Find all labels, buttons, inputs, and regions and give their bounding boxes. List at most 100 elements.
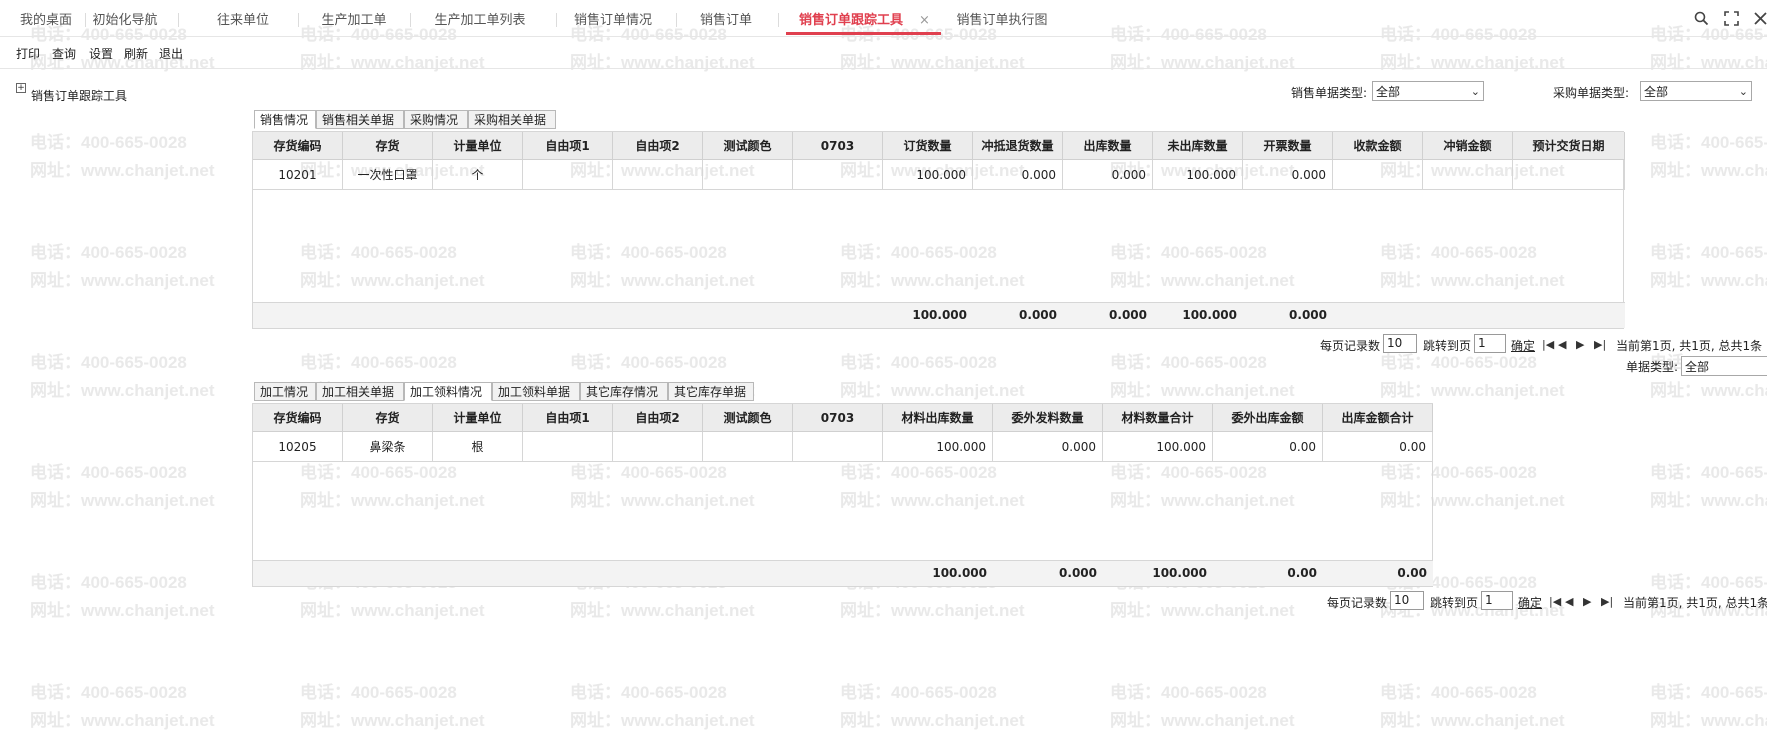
table-cell[interactable]: 一次性口罩 xyxy=(343,160,433,190)
column-header: 测试颜色 xyxy=(703,404,793,432)
table-cell[interactable] xyxy=(613,160,703,190)
watermark-site: 网址：www.chanjet.net xyxy=(570,711,755,730)
totals-cell: 0.000 xyxy=(1059,566,1097,580)
prev-page-icon[interactable]: ◀ xyxy=(1558,338,1566,351)
print-button[interactable]: 打印 xyxy=(16,45,40,62)
sales-type-label: 销售单据类型: xyxy=(1291,86,1368,100)
tab-sales-order-chart[interactable]: 销售订单执行图 xyxy=(950,0,1054,36)
tab-sales-order[interactable]: 销售订单 xyxy=(694,0,758,36)
lower-tab[interactable]: 加工情况 xyxy=(254,382,316,401)
query-button[interactable]: 查询 xyxy=(52,45,76,62)
table-cell[interactable]: 10205 xyxy=(253,432,343,462)
table-cell[interactable] xyxy=(793,160,883,190)
tab-sales-order-status[interactable]: 销售订单情况 xyxy=(568,0,658,36)
tab-production-order-list[interactable]: 生产加工单列表 xyxy=(428,0,532,36)
upper-tab[interactable]: 采购情况 xyxy=(404,110,468,129)
table-cell[interactable] xyxy=(523,432,613,462)
totals-cell xyxy=(433,303,523,329)
column-header: 材料数量合计 xyxy=(1103,404,1213,432)
column-header: 计量单位 xyxy=(433,132,523,160)
table-cell[interactable] xyxy=(1423,160,1513,190)
table-cell[interactable]: 0.000 xyxy=(973,160,1063,190)
search-icon[interactable] xyxy=(1693,11,1709,27)
table-cell[interactable]: 10201 xyxy=(253,160,343,190)
column-header: 冲销金额 xyxy=(1423,132,1513,160)
processing-tracking-table: 存货编码 存货 计量单位 自由项1 自由项2 测试颜色 0703 材料出库数量 委外发料数量 材料… xyxy=(252,403,1433,587)
table-cell[interactable]: 0.000 xyxy=(993,432,1103,462)
table-cell[interactable]: 个 xyxy=(433,160,523,190)
exit-button[interactable]: 退出 xyxy=(159,45,183,62)
column-header: 出库金额合计 xyxy=(1323,404,1433,432)
totals-cell xyxy=(433,561,523,587)
close-icon[interactable] xyxy=(1752,11,1767,27)
table-cell[interactable]: 鼻梁条 xyxy=(343,432,433,462)
table-cell[interactable] xyxy=(1513,160,1625,190)
jump-page-input[interactable]: 1 xyxy=(1481,591,1513,610)
tree-expand-icon[interactable]: + xyxy=(16,83,26,93)
doc-type-select[interactable]: 全部 xyxy=(1681,356,1767,376)
tab-separator xyxy=(298,13,299,27)
watermark-site: 网址：www.chanjet.net xyxy=(1650,491,1767,510)
sales-type-select[interactable]: 全部 ⌄ xyxy=(1372,81,1484,101)
tab-sales-order-tracker[interactable]: 销售订单跟踪工具 xyxy=(792,0,910,36)
lower-tab[interactable]: 加工领料单据 xyxy=(492,382,580,401)
column-header: 自由项2 xyxy=(613,404,703,432)
next-page-icon[interactable]: ▶ xyxy=(1576,338,1584,351)
first-page-icon[interactable]: |◀ xyxy=(1542,338,1554,351)
table-cell[interactable]: 根 xyxy=(433,432,523,462)
purchase-type-select[interactable]: 全部 ⌄ xyxy=(1640,81,1752,101)
tab-production-order[interactable]: 生产加工单 xyxy=(314,0,394,36)
next-page-icon[interactable]: ▶ xyxy=(1583,595,1591,608)
upper-tab[interactable]: 销售情况 xyxy=(254,110,316,129)
jump-to-page-label: 跳转到页 xyxy=(1423,339,1472,353)
watermark-phone: 电话：400-665-0028 xyxy=(840,353,997,372)
upper-tab[interactable]: 采购相关单据 xyxy=(468,110,556,129)
tab-partners[interactable]: 往来单位 xyxy=(210,0,276,36)
lower-tab[interactable]: 加工相关单据 xyxy=(316,382,404,401)
watermark-phone: 电话：400-665-0028 xyxy=(300,353,457,372)
totals-cell xyxy=(613,561,703,587)
lower-tab[interactable]: 其它库存情况 xyxy=(580,382,668,401)
table-cell[interactable] xyxy=(1333,160,1423,190)
tab-separator xyxy=(85,13,86,27)
confirm-button[interactable]: 确定 xyxy=(1518,594,1542,611)
table-cell[interactable]: 0.000 xyxy=(1243,160,1333,190)
jump-page-input[interactable]: 1 xyxy=(1474,334,1506,353)
table-cell[interactable]: 0.00 xyxy=(1213,432,1323,462)
table-cell[interactable]: 0.000 xyxy=(1063,160,1153,190)
refresh-button[interactable]: 刷新 xyxy=(124,45,148,62)
tab-init-nav[interactable]: 初始化导航 xyxy=(90,0,160,36)
table-cell[interactable] xyxy=(703,160,793,190)
tab-separator xyxy=(556,13,557,27)
last-page-icon[interactable]: ▶| xyxy=(1594,338,1606,351)
first-page-icon[interactable]: |◀ xyxy=(1549,595,1561,608)
table-cell[interactable]: 100.000 xyxy=(883,432,993,462)
table-cell[interactable] xyxy=(793,432,883,462)
tree-root-item[interactable]: 销售订单跟踪工具 xyxy=(31,87,127,104)
table-cell[interactable]: 100.000 xyxy=(1103,432,1213,462)
table-cell[interactable]: 100.000 xyxy=(883,160,973,190)
maximize-icon[interactable] xyxy=(1723,11,1739,27)
watermark-phone: 电话：400-665-0028 xyxy=(30,463,187,482)
watermark-site: 网址：www.chanjet.net xyxy=(1650,381,1767,400)
tab-my-desktop[interactable]: 我的桌面 xyxy=(14,0,78,36)
lower-tab[interactable]: 其它库存单据 xyxy=(668,382,754,401)
upper-tab[interactable]: 销售相关单据 xyxy=(316,110,404,129)
confirm-button[interactable]: 确定 xyxy=(1511,337,1535,354)
per-page-input[interactable]: 10 xyxy=(1383,334,1417,353)
per-page-input[interactable]: 10 xyxy=(1390,591,1424,610)
totals-cell xyxy=(1333,303,1423,329)
watermark-site: 网址：www.chanjet.net xyxy=(30,601,215,620)
table-cell[interactable]: 100.000 xyxy=(1153,160,1243,190)
column-header: 开票数量 xyxy=(1243,132,1333,160)
last-page-icon[interactable]: ▶| xyxy=(1601,595,1613,608)
settings-button[interactable]: 设置 xyxy=(89,45,113,62)
table-cell[interactable] xyxy=(703,432,793,462)
watermark-site: 网址：www.chanjet.net xyxy=(300,711,485,730)
prev-page-icon[interactable]: ◀ xyxy=(1565,595,1573,608)
table-cell[interactable] xyxy=(613,432,703,462)
lower-tab[interactable]: 加工领料情况 xyxy=(404,382,492,401)
table-cell[interactable] xyxy=(523,160,613,190)
per-page-label: 每页记录数 xyxy=(1320,339,1381,353)
table-cell[interactable]: 0.00 xyxy=(1323,432,1433,462)
